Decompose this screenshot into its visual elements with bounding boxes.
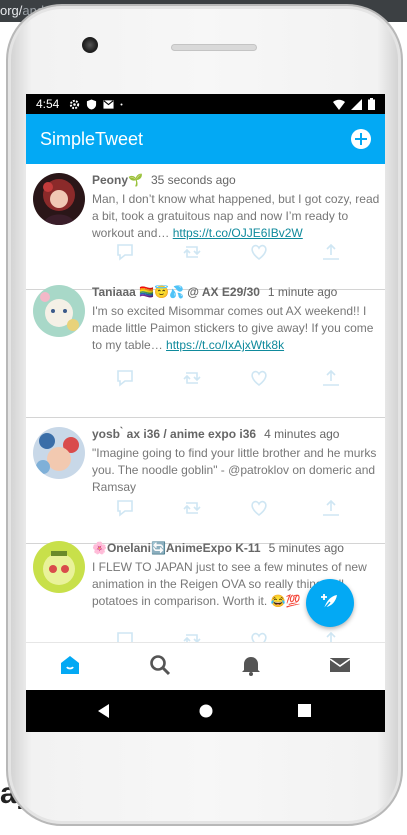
tweet-header: 🌸Onelani🔄AnimeExpo K-11 5 minutes ago (92, 541, 380, 555)
like-icon[interactable] (248, 630, 270, 642)
add-circle-icon[interactable] (351, 129, 371, 149)
earpiece-speaker (171, 44, 257, 51)
tweet-timestamp: 4 minutes ago (264, 427, 340, 441)
tweet-timestamp: 1 minute ago (267, 285, 338, 299)
app-bar: SimpleTweet (26, 114, 385, 164)
like-icon[interactable] (248, 368, 270, 388)
tweet-actions (114, 242, 364, 262)
tweet-header: Peony🌱 35 seconds ago (92, 173, 380, 187)
share-icon[interactable] (320, 368, 342, 388)
tweet-body: "Imagine going to find your little broth… (92, 445, 382, 496)
tweet-header: yosb ̀ ax i36 / anime expo i36 4 minutes … (92, 427, 380, 441)
tweet-author[interactable]: yosb ̀ ax i36 / anime expo i36 (92, 427, 256, 441)
tweet-header: Taniaaa 🏳️‍🌈😇💦 @ AX E29/30 1 minute ago (92, 285, 380, 299)
tweet-item[interactable]: Peony🌱 35 seconds ago Man, I don’t know w… (26, 164, 385, 290)
status-bar: 4:54 (26, 94, 385, 114)
tweet-text: "Imagine going to find your little broth… (92, 446, 377, 494)
battery-icon (368, 98, 375, 110)
avatar[interactable] (33, 173, 85, 225)
avatar[interactable] (33, 427, 85, 479)
tweet-timestamp: 5 minutes ago (268, 541, 344, 555)
shield-icon (87, 98, 97, 110)
tweet-author[interactable]: 🌸Onelani🔄AnimeExpo K-11 (92, 541, 261, 555)
dot-icon (120, 103, 123, 105)
share-icon[interactable] (320, 498, 342, 518)
reply-icon[interactable] (114, 498, 136, 518)
like-icon[interactable] (248, 498, 270, 518)
phone-screen: 4:54 SimpleTweet Peony🌱 35 seconds ago M… (26, 94, 385, 732)
retweet-icon[interactable] (181, 498, 203, 518)
messages-icon[interactable] (328, 653, 352, 677)
like-icon[interactable] (248, 242, 270, 262)
bottom-navigation (26, 642, 385, 690)
tweet-link[interactable]: https://t.co/IxAjxWtk8k (166, 338, 284, 352)
avatar[interactable] (33, 285, 85, 337)
reply-icon[interactable] (114, 630, 136, 642)
android-navigation-bar (26, 690, 385, 732)
tweet-author[interactable]: Peony🌱 (92, 173, 143, 187)
share-icon[interactable] (320, 630, 342, 642)
tweet-actions (114, 630, 364, 642)
tweet-link[interactable]: https://t.co/OJJE6IBv2W (173, 226, 303, 240)
retweet-icon[interactable] (181, 630, 203, 642)
share-icon[interactable] (320, 242, 342, 262)
mail-icon (103, 99, 114, 109)
reply-icon[interactable] (114, 368, 136, 388)
compose-feather-icon (321, 594, 337, 611)
reply-icon[interactable] (114, 242, 136, 262)
retweet-icon[interactable] (181, 368, 203, 388)
retweet-icon[interactable] (181, 242, 203, 262)
home-button-icon[interactable] (199, 704, 213, 718)
tweet-actions (114, 368, 364, 388)
notifications-icon[interactable] (239, 653, 263, 677)
tweet-feed[interactable]: Peony🌱 35 seconds ago Man, I don’t know w… (26, 164, 385, 642)
tweet-body: Man, I don’t know what happened, but I g… (92, 191, 382, 242)
wifi-icon (333, 99, 345, 110)
tweet-author[interactable]: Taniaaa 🏳️‍🌈😇💦 @ AX E29/30 (92, 285, 260, 299)
signal-icon (351, 98, 362, 110)
tweet-item[interactable]: Taniaaa 🏳️‍🌈😇💦 @ AX E29/30 1 minute ago I… (26, 276, 385, 418)
home-icon[interactable] (58, 653, 82, 677)
compose-tweet-button[interactable] (306, 579, 354, 627)
gear-icon (70, 99, 80, 109)
recents-icon[interactable] (298, 704, 311, 717)
avatar[interactable] (33, 541, 85, 593)
tweet-body: I'm so excited Misommar comes out AX wee… (92, 303, 382, 354)
search-icon[interactable] (148, 653, 172, 677)
tweet-item[interactable]: yosb ̀ ax i36 / anime expo i36 4 minutes … (26, 418, 385, 544)
status-time: 4:54 (36, 97, 60, 111)
back-icon[interactable] (98, 704, 110, 718)
tweet-timestamp: 35 seconds ago (150, 173, 236, 187)
tweet-actions (114, 498, 364, 518)
app-title: SimpleTweet (40, 128, 144, 149)
front-camera (82, 37, 98, 53)
